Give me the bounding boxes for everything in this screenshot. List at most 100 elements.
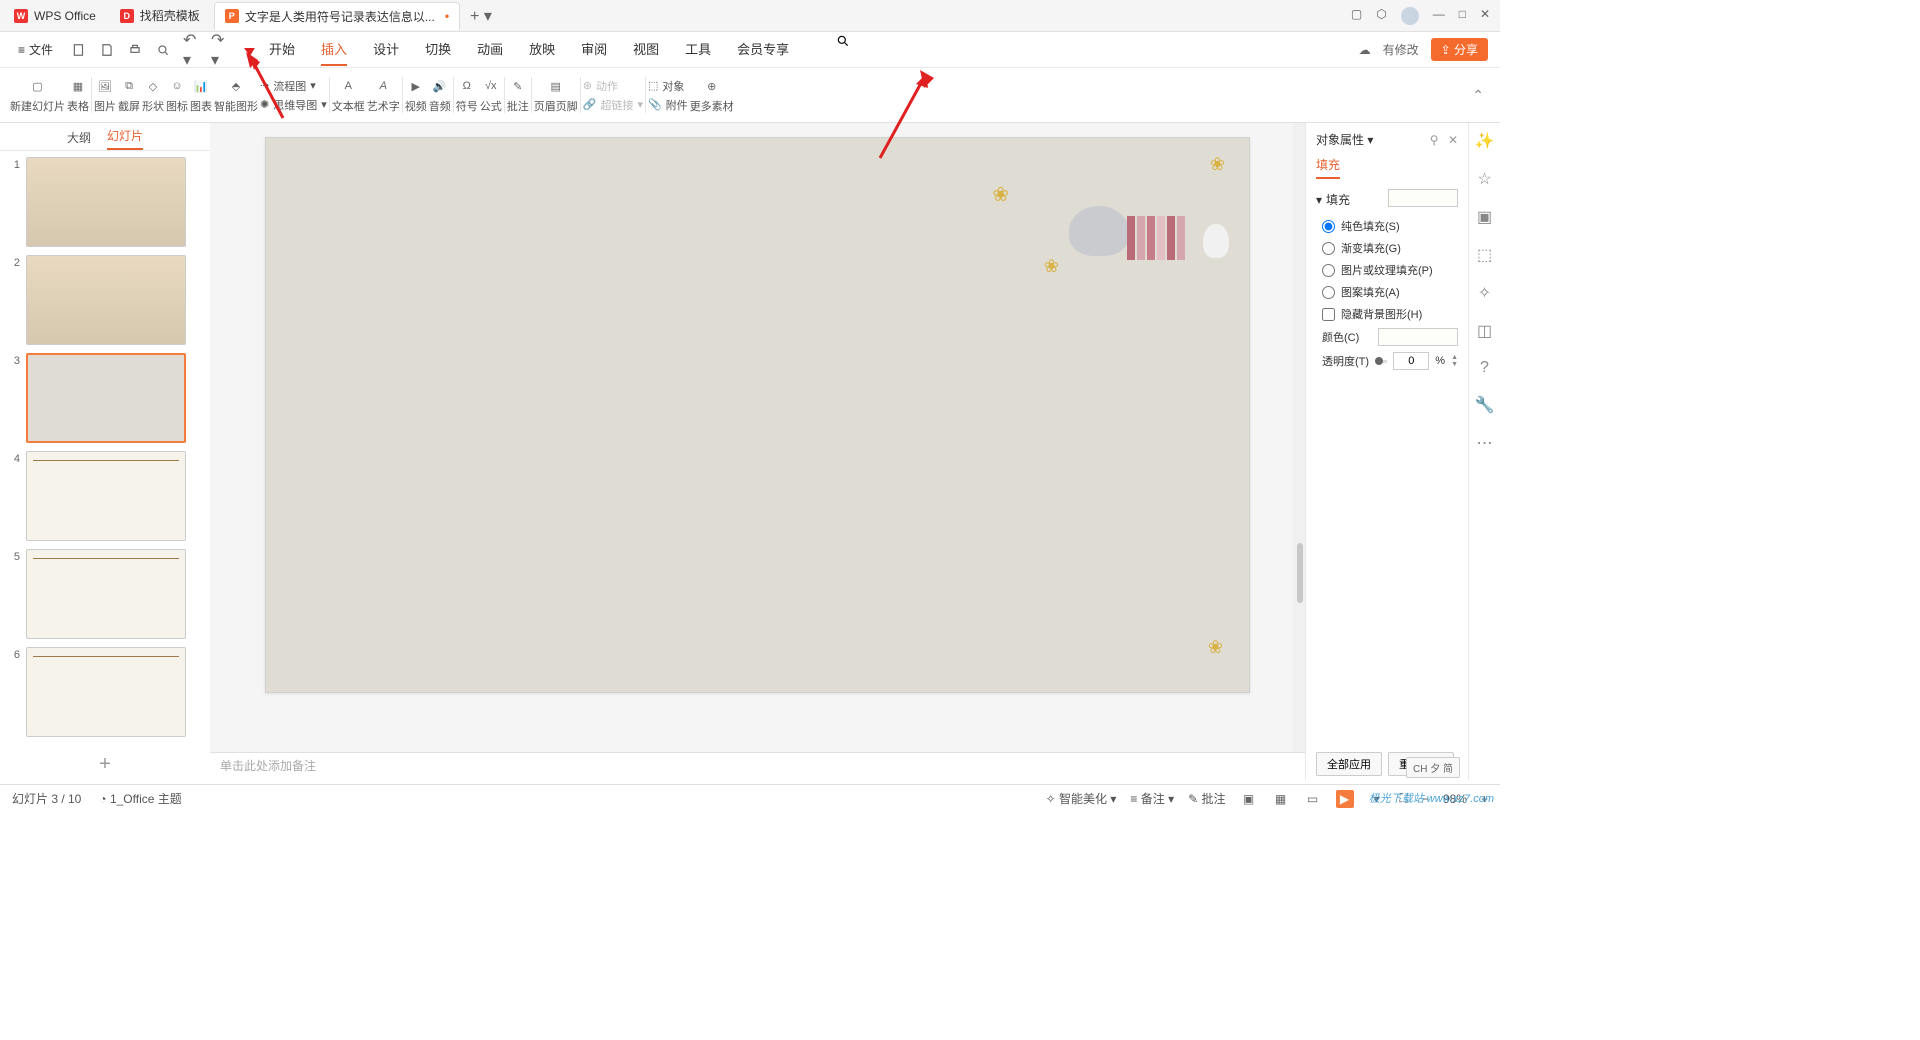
save-icon[interactable]: [99, 42, 115, 58]
reading-view-icon[interactable]: ▭: [1304, 790, 1322, 808]
maximize-button[interactable]: □: [1459, 7, 1466, 25]
mindmap-button[interactable]: ✺思维导图 ▾: [260, 97, 327, 113]
share-button[interactable]: ⇪ 分享: [1431, 38, 1488, 61]
comment-button[interactable]: ✎批注: [507, 76, 529, 114]
tab-template[interactable]: D 找稻壳模板: [110, 2, 210, 30]
close-panel-icon[interactable]: ✕: [1448, 133, 1458, 147]
cube-icon[interactable]: ⬡: [1376, 7, 1386, 25]
opacity-stepper[interactable]: ▲▼: [1451, 354, 1458, 368]
radio-solid-fill[interactable]: 纯色填充(S): [1316, 218, 1458, 234]
formula-button[interactable]: √x公式: [480, 76, 502, 114]
video-button[interactable]: ▶视频: [405, 76, 427, 114]
layout-icon[interactable]: ▣: [1477, 207, 1492, 227]
audio-button[interactable]: 🔊音频: [429, 76, 451, 114]
user-avatar-icon[interactable]: [1401, 7, 1419, 25]
fill-preview[interactable]: [1388, 189, 1458, 207]
fill-tab[interactable]: 填充: [1316, 156, 1340, 179]
tab-review[interactable]: 审阅: [581, 33, 607, 66]
screenshot-button[interactable]: ⧉截屏: [118, 76, 140, 114]
vertical-scrollbar[interactable]: [1293, 123, 1305, 752]
file-menu[interactable]: ≡ 文件: [12, 41, 59, 58]
tab-member[interactable]: 会员专享: [737, 33, 789, 66]
slide-canvas[interactable]: ❀ ❀ ❀ ❀: [265, 137, 1250, 693]
tab-view[interactable]: 视图: [633, 33, 659, 66]
slide-thumbnail[interactable]: [26, 353, 186, 443]
settings-icon[interactable]: ✧: [1478, 283, 1491, 303]
ppt-icon: P: [225, 9, 239, 23]
radio-gradient-fill[interactable]: 渐变填充(G): [1316, 240, 1458, 256]
radio-pattern-fill[interactable]: 图案填充(A): [1316, 284, 1458, 300]
slide-number: 6: [8, 647, 20, 737]
shape-button[interactable]: ◇形状: [142, 76, 164, 114]
table-button[interactable]: ▦表格: [67, 76, 89, 114]
image-button[interactable]: 🖼图片: [94, 76, 116, 114]
search-icon[interactable]: [835, 33, 851, 49]
comments-toggle[interactable]: ✎ 批注: [1188, 790, 1225, 807]
color-picker[interactable]: [1378, 328, 1458, 346]
beautify-button[interactable]: ✧ 智能美化 ▾: [1046, 790, 1117, 807]
tab-insert[interactable]: 插入: [321, 33, 347, 66]
attachment-button[interactable]: 📎附件: [648, 97, 688, 113]
new-slide-button[interactable]: ▢新建幻灯片: [10, 76, 65, 114]
slide-thumbnail[interactable]: [26, 157, 186, 247]
fill-section[interactable]: ▾ 填充: [1316, 189, 1458, 210]
print-preview-icon[interactable]: [155, 42, 171, 58]
tab-animation[interactable]: 动画: [477, 33, 503, 66]
flowchart-icon: ⇢: [260, 79, 269, 92]
slide-thumbnail[interactable]: [26, 549, 186, 639]
object-button[interactable]: ⬚对象: [648, 78, 688, 94]
slideshow-view-icon[interactable]: ▶: [1336, 790, 1354, 808]
apply-all-button[interactable]: 全部应用: [1316, 752, 1382, 776]
tab-wps-home[interactable]: W WPS Office: [4, 2, 106, 30]
more-tools-icon[interactable]: ⋯: [1477, 433, 1493, 453]
outline-tab[interactable]: 大纲: [67, 129, 91, 150]
thumbnail-list[interactable]: 1 2☆ 3 4☆ 5 6: [0, 151, 210, 749]
assets-icon[interactable]: ⬚: [1477, 245, 1492, 265]
pin-icon[interactable]: ⚲: [1430, 133, 1439, 147]
symbol-button[interactable]: Ω符号: [456, 76, 478, 114]
icon-button[interactable]: ☺图标: [166, 76, 188, 114]
sorter-view-icon[interactable]: ▦: [1272, 790, 1290, 808]
theme-indicator[interactable]: ◔ 1_Office 主题: [99, 790, 181, 807]
opacity-slider[interactable]: [1375, 360, 1387, 363]
tab-home[interactable]: 开始: [269, 33, 295, 66]
slide-thumbnail[interactable]: [26, 647, 186, 737]
tab-design[interactable]: 设计: [373, 33, 399, 66]
minimize-button[interactable]: —: [1433, 7, 1445, 25]
tab-transition[interactable]: 切换: [425, 33, 451, 66]
add-tab-button[interactable]: + ▾: [460, 6, 502, 26]
cloud-sync-icon[interactable]: ☁: [1359, 43, 1371, 57]
question-icon[interactable]: ?: [1480, 359, 1489, 377]
tab-tools[interactable]: 工具: [685, 33, 711, 66]
close-button[interactable]: ✕: [1480, 7, 1490, 25]
add-slide-button[interactable]: +: [0, 749, 210, 780]
more-assets-button[interactable]: ⊕更多素材: [690, 76, 734, 114]
tab-document[interactable]: P 文字是人类用符号记录表达信息以... •: [214, 2, 460, 30]
print-icon[interactable]: [127, 42, 143, 58]
undo-icon[interactable]: ↶ ▾: [183, 42, 199, 58]
redo-icon[interactable]: ↷ ▾: [211, 42, 227, 58]
opacity-input[interactable]: [1393, 352, 1429, 370]
new-icon[interactable]: [71, 42, 87, 58]
help-icon[interactable]: ◫: [1477, 321, 1492, 341]
smartart-button[interactable]: ⬘智能图形: [214, 76, 258, 114]
chart-button[interactable]: 📊图表: [190, 76, 212, 114]
appbar-icon[interactable]: ▢: [1351, 7, 1362, 25]
notes-pane[interactable]: 单击此处添加备注: [210, 752, 1305, 780]
slides-tab[interactable]: 幻灯片: [107, 127, 143, 150]
toolbox-icon[interactable]: 🔧: [1475, 395, 1495, 415]
textbox-button[interactable]: A文本框: [332, 76, 365, 114]
style-icon[interactable]: ☆: [1477, 169, 1491, 189]
checkbox-hide-bg[interactable]: 隐藏背景图形(H): [1316, 306, 1458, 322]
slide-thumbnail[interactable]: ☆: [26, 255, 186, 345]
slide-thumbnail[interactable]: ☆: [26, 451, 186, 541]
flowchart-button[interactable]: ⇢流程图 ▾: [260, 78, 327, 94]
notes-toggle[interactable]: ≡ 备注 ▾: [1130, 790, 1174, 807]
tab-slideshow[interactable]: 放映: [529, 33, 555, 66]
header-footer-button[interactable]: ▤页眉页脚: [534, 76, 578, 114]
wordart-button[interactable]: A艺术字: [367, 76, 400, 114]
ai-tool-icon[interactable]: ✨: [1475, 131, 1495, 151]
normal-view-icon[interactable]: ▣: [1240, 790, 1258, 808]
radio-picture-fill[interactable]: 图片或纹理填充(P): [1316, 262, 1458, 278]
collapse-ribbon-button[interactable]: ⌃: [1472, 87, 1484, 104]
